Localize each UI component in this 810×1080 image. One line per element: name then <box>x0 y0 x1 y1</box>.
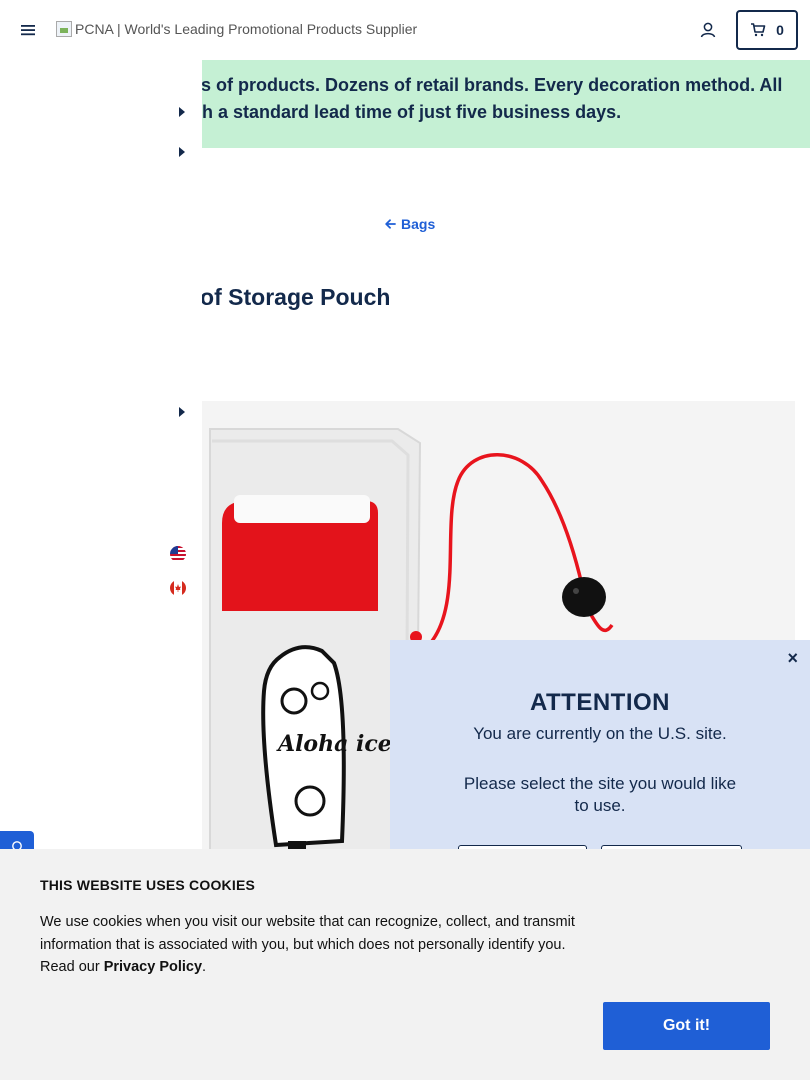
site-logo[interactable]: PCNA | World's Leading Promotional Produ… <box>56 21 417 37</box>
caret-right-icon[interactable] <box>178 107 186 117</box>
left-nav-panel <box>0 60 202 860</box>
product-title: oof Storage Pouch <box>186 284 391 310</box>
promo-banner-line-2: th a standard lead time of just five bus… <box>196 102 622 122</box>
back-to-category-link[interactable]: Bags <box>385 216 435 232</box>
modal-message: You are currently on the U.S. site. <box>473 724 727 743</box>
caret-right-icon[interactable] <box>178 407 186 417</box>
hamburger-menu-icon[interactable] <box>20 22 36 38</box>
product-print-text: Aloha ice <box>276 731 392 757</box>
cart-icon <box>751 23 766 37</box>
site-header: PCNA | World's Leading Promotional Produ… <box>0 0 810 60</box>
arrow-left-icon <box>385 219 396 229</box>
cart-button[interactable]: 0 <box>736 10 798 50</box>
accept-cookies-button[interactable]: Got it! <box>603 1002 770 1050</box>
us-flag-icon[interactable] <box>170 546 186 562</box>
modal-title: ATTENTION <box>529 689 671 716</box>
promo-banner-line-1: ls of products. Dozens of retail brands.… <box>196 75 783 95</box>
modal-prompt: Please select the site you would like to… <box>463 774 737 815</box>
account-icon[interactable] <box>699 21 717 39</box>
cookie-consent-banner: THIS WEBSITE USES COOKIES We use cookies… <box>0 849 810 1080</box>
back-link-label: Bags <box>401 216 436 232</box>
cookie-text-end: . <box>202 959 207 975</box>
country-select-modal: × ATTENTION You are currently on the U.S… <box>390 640 810 885</box>
canada-flag-icon[interactable] <box>170 580 186 596</box>
logo-alt-text: PCNA | World's Leading Promotional Produ… <box>75 21 418 37</box>
cookie-text: We use cookies when you visit our websit… <box>40 911 600 979</box>
cart-count: 0 <box>776 22 784 38</box>
cookie-title: THIS WEBSITE USES COOKIES <box>40 877 256 893</box>
caret-right-icon[interactable] <box>178 147 186 157</box>
broken-image-icon <box>56 21 72 37</box>
privacy-policy-link[interactable]: Privacy Policy <box>104 959 202 975</box>
modal-close-button[interactable]: × <box>787 648 798 669</box>
